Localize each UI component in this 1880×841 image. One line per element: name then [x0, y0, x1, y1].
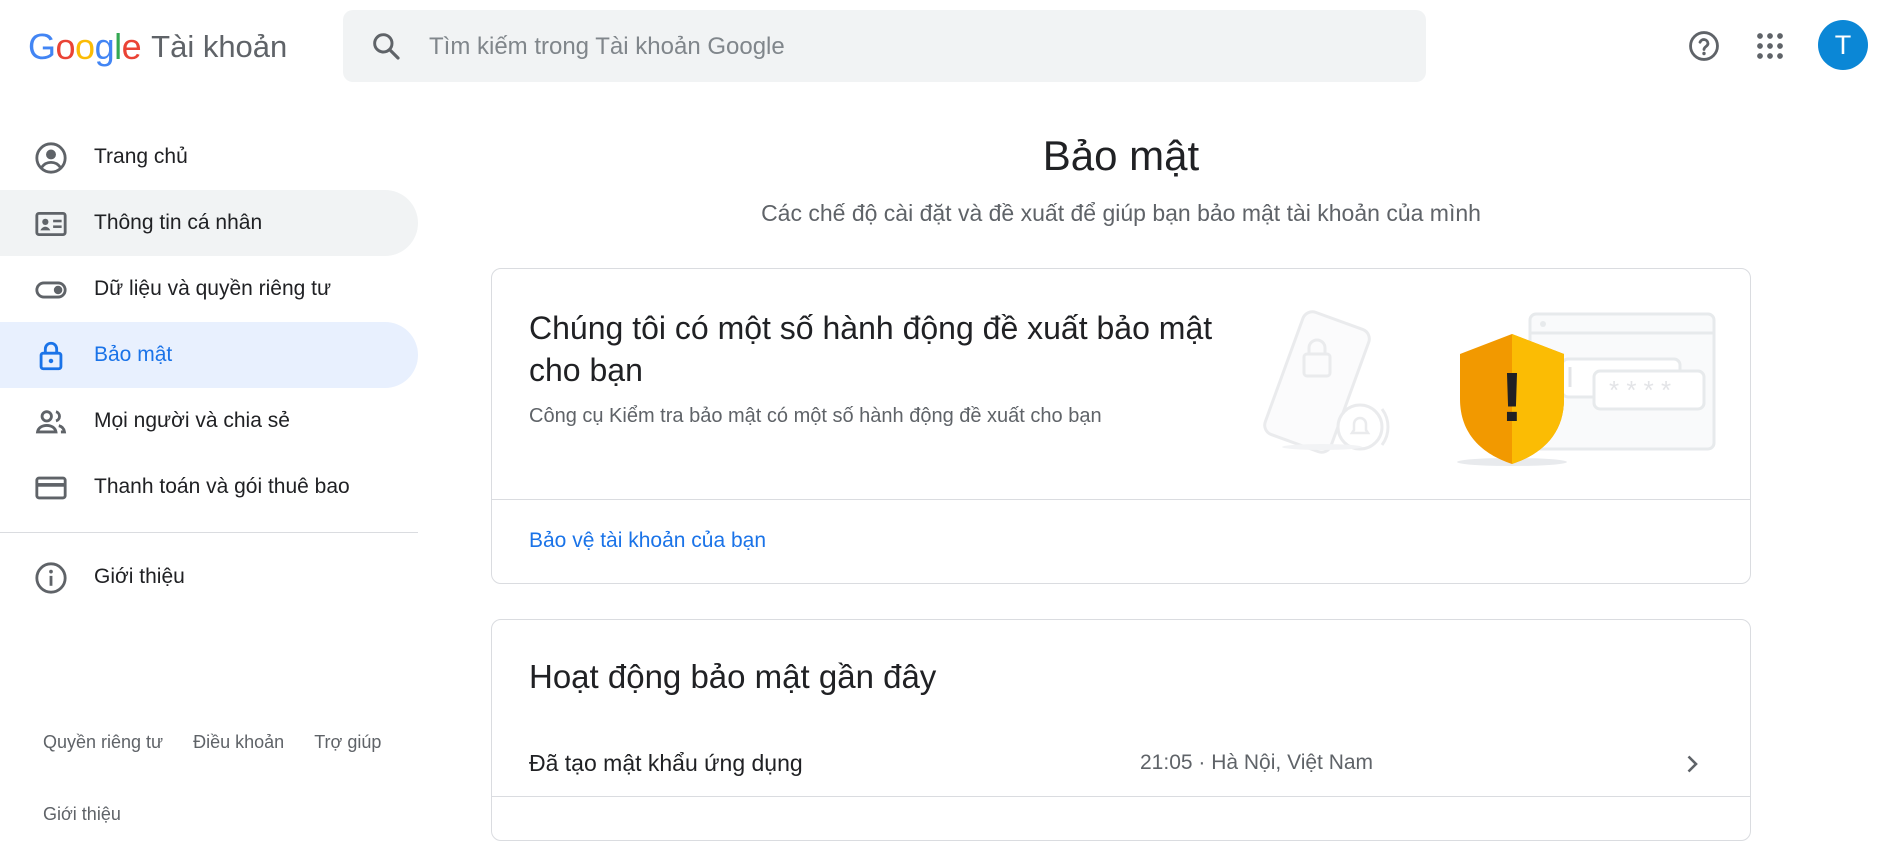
product-name: Tài khoản [151, 29, 288, 64]
sidebar-divider [0, 532, 418, 533]
activity-time-location: 21:05 · Hà Nội, Việt Nam [1140, 751, 1374, 774]
row-divider [492, 796, 1750, 797]
sidebar-item-about[interactable]: Giới thiệu [0, 544, 418, 610]
help-button[interactable] [1680, 22, 1728, 70]
page-subtitle: Các chế độ cài đặt và đề xuất để giúp bạ… [761, 200, 1481, 226]
footer-links: Quyền riêng tư Điều khoản Trợ giúp [43, 732, 381, 753]
google-wordmark: Google [28, 26, 142, 68]
account-avatar[interactable]: T [1818, 20, 1868, 70]
security-recommendations-card: Chúng tôi có một số hành động đề xuất bả… [491, 268, 1751, 584]
sidebar-item-label: Giới thiệu [94, 565, 185, 588]
terms-link[interactable]: Điều khoản [193, 732, 284, 753]
about-footer-link[interactable]: Giới thiệu [43, 804, 121, 825]
wordmark-letter: o [55, 26, 76, 67]
people-icon [35, 410, 67, 434]
sidebar-nav: Trang chủ Thông tin cá nhân Dữ liệu và q… [0, 92, 420, 824]
account-circle-icon [35, 142, 67, 174]
sidebar-item-payments[interactable]: Thanh toán và gói thuê bao [0, 454, 418, 520]
apps-button[interactable] [1746, 22, 1794, 70]
help-icon [1689, 31, 1719, 61]
search-input[interactable] [427, 24, 1391, 70]
wordmark-letter: l [114, 26, 122, 67]
activity-name: Đã tạo mật khẩu ứng dụng [529, 750, 803, 776]
security-shield-illustration: * * * * ! [1263, 310, 1716, 466]
password-mask: * * * * [1609, 375, 1671, 405]
chevron-right-icon [1687, 755, 1698, 773]
wordmark-letter: o [75, 26, 95, 67]
sidebar-item-label: Mọi người và chia sẻ [94, 409, 290, 432]
wordmark-letter: g [94, 26, 115, 67]
sidebar-item-label: Trang chủ [94, 145, 188, 168]
search-bar[interactable] [343, 10, 1426, 82]
credit-card-icon [35, 476, 67, 500]
privacy-link[interactable]: Quyền riêng tư [43, 732, 163, 753]
lock-icon [39, 341, 63, 371]
activity-row[interactable]: Đã tạo mật khẩu ứng dụng 21:05 · Hà Nội,… [492, 726, 1750, 797]
google-account-logo[interactable]: Google Tài khoản [28, 26, 287, 68]
sidebar-item-home[interactable]: Trang chủ [0, 124, 418, 190]
sidebar-item-label: Dữ liệu và quyền riêng tư [94, 277, 332, 300]
search-icon[interactable] [370, 30, 402, 62]
toggle-icon [35, 281, 67, 299]
recent-security-activity-card: Hoạt động bảo mật gần đây Đã tạo mật khẩ… [491, 619, 1751, 841]
wordmark-letter: G [28, 26, 56, 67]
card-title: Chúng tôi có một số hành động đề xuất bả… [529, 310, 1213, 388]
sidebar-item-label: Thông tin cá nhân [94, 211, 263, 234]
sidebar-item-label: Bảo mật [94, 343, 173, 366]
protect-account-link[interactable]: Bảo vệ tài khoản của bạn [529, 529, 766, 553]
sidebar-item-data-privacy[interactable]: Dữ liệu và quyền riêng tư [0, 256, 418, 322]
page-title: Bảo mật [1042, 132, 1200, 179]
id-card-icon [35, 211, 67, 237]
card-divider [492, 499, 1750, 500]
card-title: Hoạt động bảo mật gần đây [529, 658, 937, 695]
warning-mark: ! [1500, 358, 1523, 436]
top-bar: Google Tài khoản T [0, 0, 1880, 92]
sidebar-item-label: Thanh toán và gói thuê bao [94, 475, 350, 498]
help-link[interactable]: Trợ giúp [314, 732, 381, 753]
info-icon [35, 562, 67, 594]
sidebar-item-personal-info[interactable]: Thông tin cá nhân [0, 190, 418, 256]
sidebar-item-people-sharing[interactable]: Mọi người và chia sẻ [0, 388, 418, 454]
card-description: Công cụ Kiểm tra bảo mật có một số hành … [529, 405, 1102, 427]
sidebar-item-security[interactable]: Bảo mật [0, 322, 418, 388]
wordmark-letter: e [121, 26, 142, 67]
apps-grid-icon [1757, 33, 1783, 59]
